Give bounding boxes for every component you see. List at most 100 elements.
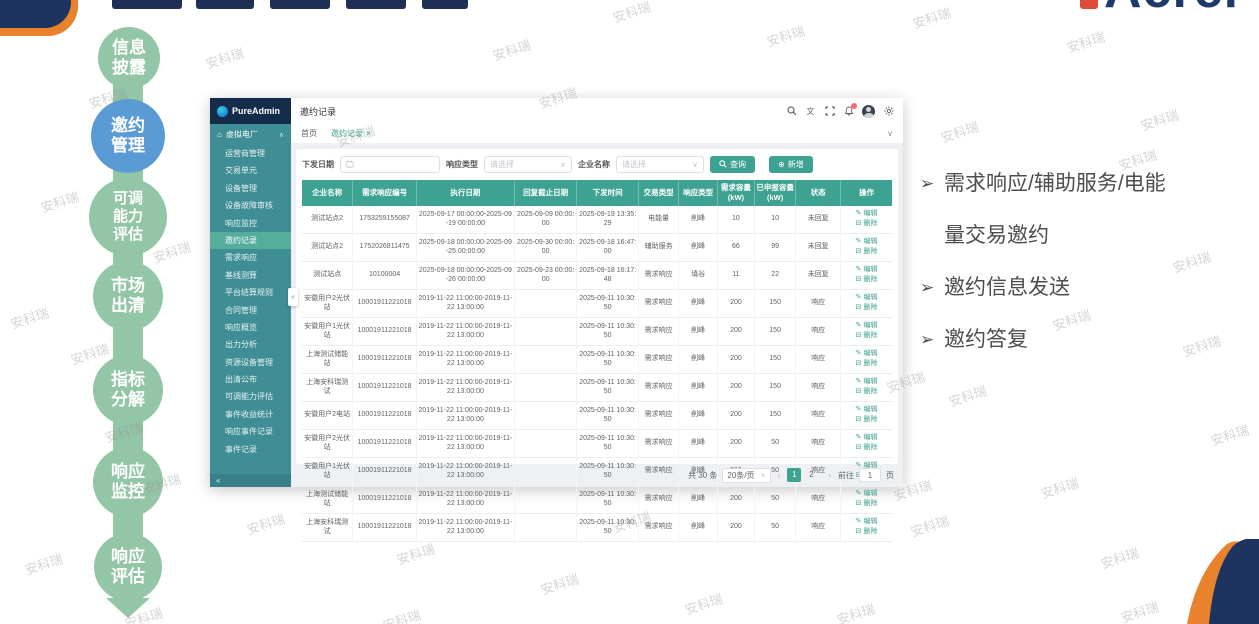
sidebar-item[interactable]: 设备管理 xyxy=(210,180,291,197)
sidebar-item[interactable]: 出力分析 xyxy=(210,336,291,353)
page-number[interactable]: 2 xyxy=(804,468,818,482)
delete-link[interactable]: ⊟ 删除 xyxy=(842,219,891,230)
sidebar-item[interactable]: 平台结算规则 xyxy=(210,284,291,301)
sidebar-collapse-bar[interactable]: « xyxy=(210,474,291,487)
sidebar-item[interactable]: 邀约记录 xyxy=(210,232,291,249)
edit-link[interactable]: ✎ 编辑 xyxy=(842,377,891,388)
tab-invitation-records[interactable]: 邀约记录× xyxy=(331,128,371,139)
sidebar-group-vpp[interactable]: ⌂ 虚拟电厂 ∧ xyxy=(210,124,291,145)
bell-icon[interactable] xyxy=(843,106,854,117)
edit-link[interactable]: ✎ 编辑 xyxy=(842,293,891,304)
sidebar-item[interactable]: 资源设备管理 xyxy=(210,354,291,371)
sidebar-item[interactable]: 合同管理 xyxy=(210,302,291,319)
table-cell: 响应 xyxy=(796,485,841,513)
edit-link[interactable]: ✎ 编辑 xyxy=(842,489,891,500)
sidebar-item[interactable]: 出清公布 xyxy=(210,371,291,388)
goto-page-input[interactable] xyxy=(859,468,881,482)
delete-link[interactable]: ⊟ 删除 xyxy=(842,415,891,426)
add-button[interactable]: ⊕新增 xyxy=(769,156,813,173)
chevron-down-icon[interactable]: ∨ xyxy=(887,129,893,138)
sidebar-item[interactable]: 响应概览 xyxy=(210,319,291,336)
fullscreen-icon[interactable] xyxy=(824,106,835,117)
sidebar-item[interactable]: 交易单元 xyxy=(210,162,291,179)
search-icon[interactable] xyxy=(786,106,797,117)
company-select[interactable]: 请选择∨ xyxy=(616,156,704,173)
table-cell: 2019-11-22 11:00:00-2019-11-22 13:00:00 xyxy=(416,373,514,401)
goto-suffix: 页 xyxy=(886,470,894,481)
column-header: 下发时间 xyxy=(577,180,638,206)
sidebar-item[interactable]: 事件记录 xyxy=(210,441,291,458)
delete-link[interactable]: ⊟ 删除 xyxy=(842,499,891,510)
table-cell: 削峰 xyxy=(679,233,717,261)
table-cell: 需求响应 xyxy=(638,317,679,345)
edit-link[interactable]: ✎ 编辑 xyxy=(842,321,891,332)
plus-circle-icon: ⊕ xyxy=(778,160,785,169)
table-cell: 2025-09-19 13:35:29 xyxy=(577,206,638,234)
table-cell: 需求响应 xyxy=(638,345,679,373)
close-icon[interactable]: × xyxy=(366,129,371,138)
page-number[interactable]: 1 xyxy=(787,468,801,482)
delete-link[interactable]: ⊟ 删除 xyxy=(842,247,891,258)
flow-step: 邀约 管理 xyxy=(91,99,165,173)
avatar[interactable] xyxy=(862,105,875,118)
issue-date-input[interactable] xyxy=(340,156,440,173)
sidebar-item[interactable]: 事件收益统计 xyxy=(210,406,291,423)
edit-link[interactable]: ✎ 编辑 xyxy=(842,517,891,528)
table-cell: 未回复 xyxy=(796,206,841,234)
translate-icon[interactable]: 文 xyxy=(805,106,816,117)
edit-link[interactable]: ✎ 编辑 xyxy=(842,349,891,360)
add-button-label: 新增 xyxy=(788,159,804,170)
table-cell: 2019-11-22 11:00:00-2019-11-22 13:00:00 xyxy=(416,289,514,317)
table-cell: 200 xyxy=(717,373,754,401)
topbar: 邀约记录 文 xyxy=(291,98,903,124)
table-cell: 200 xyxy=(717,401,754,429)
edit-link[interactable]: ✎ 编辑 xyxy=(842,265,891,276)
table-cell: 削峰 xyxy=(679,373,717,401)
table-cell: 响应 xyxy=(796,345,841,373)
watermark-text: 安科瑞 xyxy=(1098,542,1141,572)
table-cell: 响应 xyxy=(796,429,841,457)
table-cell: 10001911221018 xyxy=(353,401,417,429)
gear-icon[interactable] xyxy=(883,106,894,117)
delete-link[interactable]: ⊟ 删除 xyxy=(842,527,891,538)
edit-link[interactable]: ✎ 编辑 xyxy=(842,405,891,416)
page-size-select[interactable]: 20条/页∨ xyxy=(722,468,770,483)
sidebar-collapse-tag[interactable]: « xyxy=(288,288,298,306)
watermark-text: 安科瑞 xyxy=(538,568,581,598)
table-cell: 10001911221018 xyxy=(353,289,417,317)
flow-step: 信息 披露 xyxy=(98,27,160,89)
sidebar-item[interactable]: 响应事件记录 xyxy=(210,423,291,440)
sidebar-item[interactable]: 可调能力评估 xyxy=(210,388,291,405)
edit-link[interactable]: ✎ 编辑 xyxy=(842,209,891,220)
table-cell xyxy=(514,317,577,345)
table-cell: 未回复 xyxy=(796,233,841,261)
delete-link[interactable]: ⊟ 删除 xyxy=(842,359,891,370)
bullet-item: ➢邀约答复 xyxy=(920,314,1250,366)
edit-link[interactable]: ✎ 编辑 xyxy=(842,433,891,444)
delete-link[interactable]: ⊟ 删除 xyxy=(842,331,891,342)
tab-home[interactable]: 首页 xyxy=(301,128,317,139)
delete-link[interactable]: ⊟ 删除 xyxy=(842,443,891,454)
edit-link[interactable]: ✎ 编辑 xyxy=(842,237,891,248)
flow-step: 响应 评估 xyxy=(94,533,162,601)
table-cell: 200 xyxy=(717,513,754,541)
table-cell: 2025-09-11 10:30:50 xyxy=(577,485,638,513)
table-cell: 150 xyxy=(754,345,795,373)
response-type-select[interactable]: 请选择∨ xyxy=(484,156,572,173)
delete-link[interactable]: ⊟ 删除 xyxy=(842,275,891,286)
table-row: 安徽用户2光伏站100019112210182019-11-22 11:00:0… xyxy=(302,289,892,317)
sidebar-item[interactable]: 运营商管理 xyxy=(210,145,291,162)
sidebar-item[interactable]: 设备故障审核 xyxy=(210,197,291,214)
delete-link[interactable]: ⊟ 删除 xyxy=(842,387,891,398)
search-button[interactable]: 查询 xyxy=(710,156,755,173)
sidebar-item[interactable]: 基线测算 xyxy=(210,267,291,284)
sidebar-item[interactable]: 响应监控 xyxy=(210,215,291,232)
sidebar-item[interactable]: 需求响应 xyxy=(210,249,291,266)
next-page-button[interactable]: › xyxy=(826,471,833,480)
table-cell: 2025-09-11 10:30:50 xyxy=(577,317,638,345)
table-cell: 需求响应 xyxy=(638,373,679,401)
delete-link[interactable]: ⊟ 删除 xyxy=(842,303,891,314)
table-cell: 10001911221018 xyxy=(353,513,417,541)
row-actions: ✎ 编辑⊟ 删除 xyxy=(841,513,892,541)
prev-page-button[interactable]: ‹ xyxy=(776,471,783,480)
